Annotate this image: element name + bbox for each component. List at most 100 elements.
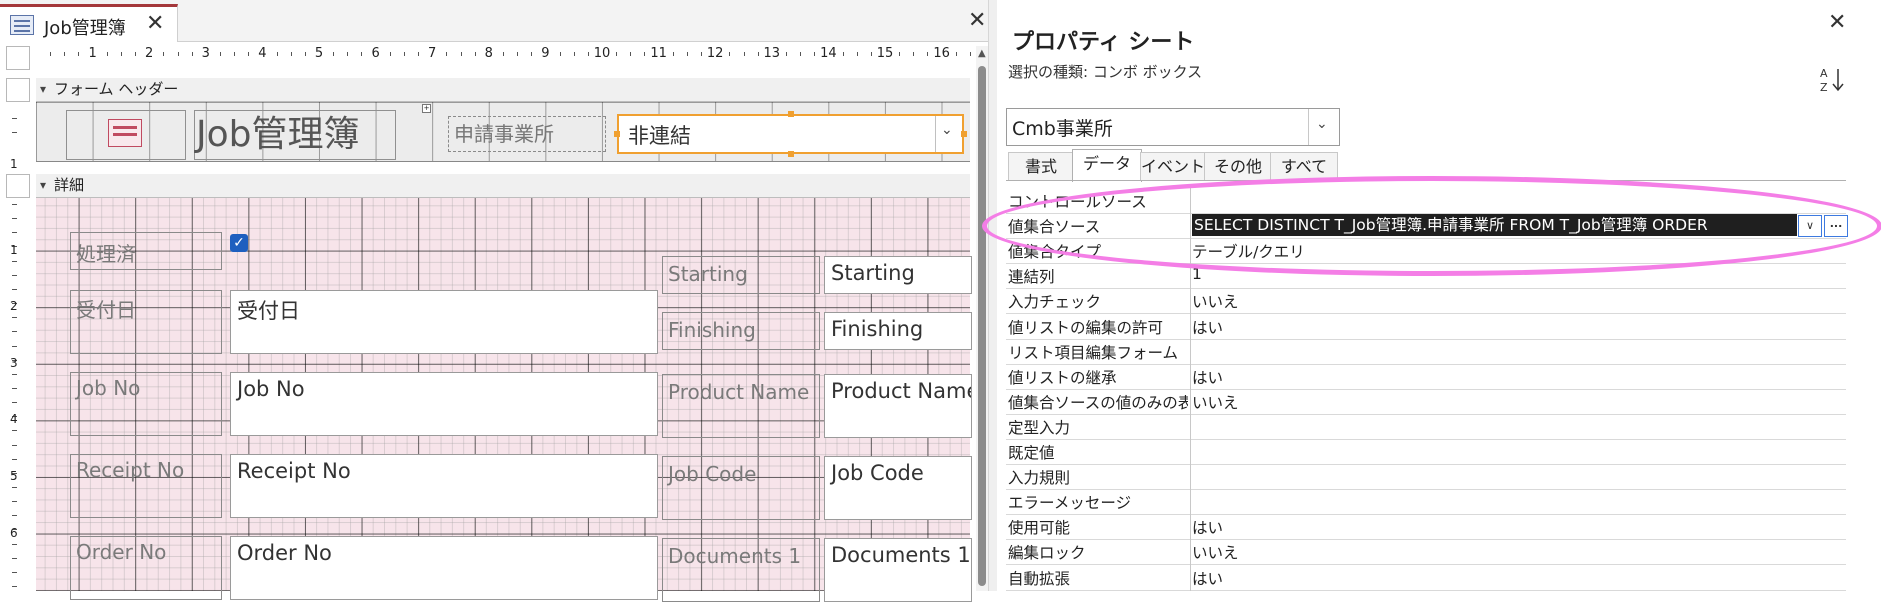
property-name: 編集ロック [1008, 544, 1086, 563]
property-row[interactable]: 使用可能 はい [1006, 514, 1846, 541]
property-row[interactable]: エラーメッセージ [1006, 489, 1846, 516]
horizontal-ruler[interactable]: 1 2 3 4 5 6 7 8 9 10 11 12 13 14 15 16 [36, 46, 986, 66]
property-row[interactable]: 編集ロック いいえ [1006, 539, 1846, 566]
detail-section-selector[interactable] [6, 174, 30, 198]
property-row[interactable]: 自動拡張 はい [1006, 565, 1846, 591]
property-value[interactable]: はい [1192, 516, 1832, 538]
property-row[interactable]: 既定値 [1006, 439, 1846, 465]
tab-event[interactable]: イベント [1140, 152, 1206, 181]
ruler-tick [177, 52, 179, 56]
property-row[interactable]: コントロールソース [1006, 188, 1846, 214]
sizing-handle[interactable] [614, 131, 620, 137]
vertical-ruler[interactable]: 1 1 2 3 4 5 6 [0, 72, 30, 591]
pane-splitter[interactable] [988, 0, 997, 591]
jobno-field[interactable]: Job No [230, 372, 658, 436]
receiptno-field[interactable]: Receipt No [230, 454, 658, 518]
property-row[interactable]: 値リストの編集の許可 はい [1006, 314, 1846, 340]
property-row[interactable]: 値集合ソース SELECT DISTINCT T_Job管理簿.申請事業所 FRO… [1006, 213, 1848, 240]
documents-field[interactable]: Documents 1 [824, 538, 972, 602]
move-handle-icon[interactable]: + [422, 104, 431, 113]
sort-az-glyph: A Z [1820, 67, 1844, 94]
office-combo-value: 非連結 [628, 124, 691, 148]
property-row[interactable]: 入力規則 [1006, 464, 1846, 491]
ruler-tick [12, 458, 17, 460]
property-row[interactable]: 入力チェック いいえ [1006, 288, 1846, 315]
tab-other[interactable]: その他 [1204, 152, 1272, 181]
product-field[interactable]: Product Name [824, 374, 972, 438]
property-value[interactable]: いいえ [1192, 391, 1832, 413]
ruler-tick [12, 487, 17, 488]
property-grid-column-divider[interactable] [1190, 188, 1191, 591]
builder-ellipsis-icon[interactable]: ... [1824, 215, 1848, 238]
property-value[interactable]: はい [1192, 366, 1832, 388]
property-row[interactable]: リスト項目編集フォーム [1006, 339, 1846, 365]
property-row[interactable]: 定型入力 [1006, 414, 1846, 440]
tab-all[interactable]: すべて [1270, 152, 1338, 181]
ruler-tick [814, 52, 816, 56]
property-row[interactable]: 値集合タイプ テーブル/クエリ [1006, 238, 1846, 265]
received-label: 受付日 [76, 298, 136, 322]
property-value[interactable]: はい [1192, 567, 1832, 589]
ruler-tick [927, 52, 929, 56]
property-value[interactable]: いいえ [1192, 541, 1832, 563]
property-row[interactable]: 値集合ソースの値のみの表示いいえ [1006, 389, 1846, 415]
property-value[interactable]: はい [1192, 316, 1832, 338]
ruler-tick [785, 52, 787, 56]
ruler-tick [686, 52, 688, 56]
form-header-section-bar[interactable]: フォーム ヘッダー [36, 78, 970, 102]
property-value-input[interactable]: SELECT DISTINCT T_Job管理簿.申請事業所 FROM T_Jo… [1192, 214, 1797, 237]
sort-az-icon[interactable]: A Z [1818, 66, 1848, 94]
jobno-label: Job No [76, 376, 141, 400]
sizing-handle[interactable] [961, 131, 967, 137]
orderno-label: Order No [76, 540, 167, 564]
property-value[interactable]: 1 [1192, 265, 1832, 283]
document-tab-close-icon[interactable]: ✕ [146, 11, 164, 36]
tab-data[interactable]: データ [1072, 149, 1142, 182]
processed-checkbox[interactable]: ✓ [230, 234, 248, 252]
property-name: 値集合ソースの値のみの表示 [1008, 393, 1188, 412]
ruler-tick [12, 430, 17, 432]
ruler-tick [135, 52, 137, 56]
ruler-number: 2 [145, 46, 154, 61]
property-value[interactable]: テーブル/クエリ [1192, 240, 1832, 262]
detail-section-bar[interactable]: 詳細 [36, 174, 970, 198]
ruler-tick [304, 52, 306, 56]
document-tab-job-kanribo[interactable]: Job管理簿 ✕ [0, 4, 178, 42]
ruler-tick [290, 52, 292, 56]
ruler-tick [12, 501, 17, 503]
ruler-number: 7 [428, 46, 437, 61]
chevron-down-icon[interactable]: ⌄ [941, 122, 953, 138]
ruler-tick [899, 52, 901, 56]
tab-format[interactable]: 書式 [1008, 152, 1074, 181]
property-name: 入力チェック [1008, 293, 1102, 312]
ruler-tick [163, 52, 165, 56]
chevron-down-icon[interactable]: ⌄ [1316, 116, 1328, 132]
ruler-tick [12, 557, 17, 559]
combo-divider [935, 116, 936, 152]
form-header-section-selector[interactable] [6, 78, 30, 102]
sizing-handle[interactable] [788, 151, 794, 157]
property-row[interactable]: 連結列 1 [1006, 263, 1846, 290]
finishing-field-text: Finishing [831, 317, 924, 341]
form-selector[interactable] [6, 46, 30, 70]
processed-label: 処理済 [76, 242, 136, 266]
jobcode-field[interactable]: Job Code [824, 456, 972, 520]
ruler-tick [644, 52, 646, 56]
received-field[interactable]: 受付日 [230, 290, 658, 354]
orderno-field[interactable]: Order No [230, 536, 658, 600]
starting-field[interactable]: Starting [824, 256, 972, 294]
chevron-down-icon[interactable]: ∨ [1798, 215, 1822, 238]
ruler-tick [361, 52, 363, 56]
ruler-tick [587, 52, 589, 56]
jobcode-label: Job Code [668, 462, 757, 486]
design-view-close-icon[interactable]: ✕ [968, 8, 986, 33]
ruler-tick [573, 52, 575, 56]
sizing-handle[interactable] [788, 111, 794, 117]
property-row[interactable]: 値リストの継承 はい [1006, 364, 1846, 390]
property-sheet-close-icon[interactable]: ✕ [1828, 10, 1846, 35]
scroll-up-arrow-icon[interactable]: ▲ [978, 48, 986, 59]
finishing-field[interactable]: Finishing [824, 312, 972, 350]
property-value[interactable]: いいえ [1192, 290, 1832, 312]
ruler-tick [559, 52, 561, 56]
scrollbar-thumb[interactable] [978, 66, 986, 586]
